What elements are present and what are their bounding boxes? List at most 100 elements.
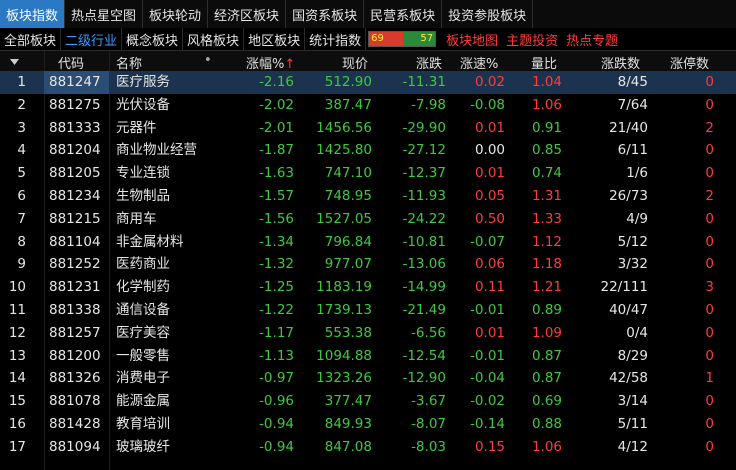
header-menu-arrow-icon[interactable] <box>10 54 19 69</box>
col-volume-ratio[interactable]: 量比 <box>531 53 557 72</box>
col-pct-change[interactable]: 涨幅%↑ <box>246 53 295 72</box>
table-row[interactable]: 11 881338 通信设备 -1.22 1739.13 -21.49 -0.01 0.89 4… <box>0 299 736 322</box>
sector-name: 一般零售 <box>116 347 170 364</box>
price: 1739.13 <box>316 301 372 318</box>
table-row[interactable]: 9 881252 医药商业 -1.32 977.07 -13.06 0.06 1.18 3/32… <box>0 253 736 276</box>
col-price[interactable]: 现价 <box>342 53 368 72</box>
limit-up-count: 0 <box>705 233 714 250</box>
sector-name: 元器件 <box>116 119 157 136</box>
sector-code: 881094 <box>49 438 101 455</box>
row-number: 11 <box>8 301 26 318</box>
row-number: 4 <box>17 142 26 159</box>
speed: 0.00 <box>474 142 505 159</box>
link-hot-topics[interactable]: 热点专题 <box>562 28 622 50</box>
table-row[interactable]: 12 881257 医疗美容 -1.17 553.38 -6.56 0.01 1.09 0/4 0 <box>0 322 736 345</box>
up-down-count: 4/12 <box>617 438 648 455</box>
subtab-all-sectors[interactable]: 全部板块 <box>0 28 62 50</box>
pct-change: -1.63 <box>259 165 294 182</box>
limit-up-count: 0 <box>705 393 714 410</box>
change: -21.49 <box>402 301 446 318</box>
sector-code: 881257 <box>49 324 101 341</box>
change: -24.22 <box>402 210 446 227</box>
col-name[interactable]: 名称 <box>116 53 142 72</box>
price: 796.84 <box>324 233 372 250</box>
pct-change: -0.96 <box>259 393 294 410</box>
volume-ratio: 1.12 <box>531 233 562 250</box>
volume-ratio: 1.06 <box>531 438 562 455</box>
price: 847.08 <box>324 438 372 455</box>
volume-ratio: 0.89 <box>531 301 562 318</box>
subtab-style[interactable]: 风格板块 <box>183 28 245 50</box>
table-row[interactable]: 7 881215 商用车 -1.56 1527.05 -24.22 0.50 1.33 4/9 0 <box>0 208 736 231</box>
limit-up-count: 0 <box>705 324 714 341</box>
up-down-count: 8/45 <box>617 74 648 90</box>
col-code[interactable]: 代码 <box>58 53 84 72</box>
pct-change: -0.97 <box>259 370 294 387</box>
change: -14.99 <box>402 279 446 296</box>
table-row[interactable]: 2 881275 光伏设备 -2.02 387.47 -7.98 -0.08 1.06 7/64… <box>0 94 736 117</box>
speed: 0.06 <box>474 256 505 273</box>
sector-code: 881428 <box>49 415 101 432</box>
tab-state-owned[interactable]: 国资系板块 <box>286 0 365 28</box>
limit-up-count: 0 <box>705 438 714 455</box>
col-change[interactable]: 涨跌 <box>416 53 442 72</box>
subtab-secondary-industry[interactable]: 二级行业 <box>61 28 123 50</box>
col-speed[interactable]: 涨速% <box>460 53 498 72</box>
price: 747.10 <box>324 165 372 182</box>
col-up-down-count[interactable]: 涨跌数 <box>601 53 640 72</box>
speed: 0.01 <box>474 165 505 182</box>
sector-code: 881205 <box>49 165 101 182</box>
up-down-count: 5/12 <box>617 233 648 250</box>
table-row[interactable]: 6 881234 生物制品 -1.57 748.95 -11.93 0.05 1.31 26/7… <box>0 185 736 208</box>
tab-hot-star-map[interactable]: 热点星空图 <box>65 0 144 28</box>
limit-up-count: 0 <box>705 301 714 318</box>
sector-name: 非金属材料 <box>116 233 184 250</box>
speed: 0.02 <box>474 74 505 90</box>
subtab-region[interactable]: 地区板块 <box>244 28 306 50</box>
table-row[interactable]: 8 881104 非金属材料 -1.34 796.84 -10.81 -0.07 1.12 5/… <box>0 231 736 254</box>
row-number: 8 <box>17 233 26 250</box>
tab-investment-holding[interactable]: 投资参股板块 <box>442 0 534 28</box>
limit-up-count: 3 <box>705 279 714 296</box>
table-row[interactable]: 13 881200 一般零售 -1.13 1094.88 -12.54 -0.01 0.87 8… <box>0 345 736 368</box>
link-theme-investment[interactable]: 主题投资 <box>502 28 562 50</box>
pct-change: -1.13 <box>259 347 294 364</box>
up-down-count: 22/111 <box>600 279 649 296</box>
tab-economic-zone[interactable]: 经济区板块 <box>208 0 287 28</box>
price: 1323.26 <box>316 370 372 387</box>
sector-code: 881234 <box>49 187 101 204</box>
col-limit-up-count[interactable]: 涨停数 <box>670 53 709 72</box>
change: -7.98 <box>411 96 446 113</box>
table-row[interactable]: 1 881247 医疗服务 -2.16 512.90 -11.31 0.02 1.04 8/45… <box>0 71 736 94</box>
table-row[interactable]: 17 881094 玻璃玻纤 -0.94 847.08 -8.03 0.15 1.06 4/12… <box>0 436 736 459</box>
volume-ratio: 0.87 <box>531 370 562 387</box>
limit-up-count: 0 <box>705 415 714 432</box>
sector-table-body: 1 881247 医疗服务 -2.16 512.90 -11.31 0.02 1.04 8/45… <box>0 71 736 459</box>
table-row[interactable]: 3 881333 元器件 -2.01 1456.56 -29.90 0.01 0.91 21/4… <box>0 117 736 140</box>
tab-sector-rotation[interactable]: 板块轮动 <box>143 0 209 28</box>
table-row[interactable]: 15 881078 能源金属 -0.96 377.47 -3.67 -0.02 0.69 3/1… <box>0 390 736 413</box>
tab-sector-index[interactable]: 板块指数 <box>0 0 66 28</box>
pct-change: -1.25 <box>259 279 294 296</box>
subtab-concept[interactable]: 概念板块 <box>122 28 184 50</box>
sector-name: 教育培训 <box>116 415 170 432</box>
price: 1425.80 <box>316 142 372 159</box>
sector-name: 医疗美容 <box>116 324 170 341</box>
sector-code: 881252 <box>49 256 101 273</box>
down-count: 57 <box>403 32 436 46</box>
table-row[interactable]: 5 881205 专业连锁 -1.63 747.10 -12.37 0.01 0.74 1/6 0 <box>0 162 736 185</box>
table-row[interactable]: 14 881326 消费电子 -0.97 1323.26 -12.90 -0.04 0.87 4… <box>0 367 736 390</box>
link-sector-map[interactable]: 板块地图 <box>442 28 502 50</box>
tab-private-owned[interactable]: 民营系板块 <box>364 0 443 28</box>
sector-code: 881200 <box>49 347 101 364</box>
table-row[interactable]: 10 881231 化学制药 -1.25 1183.19 -14.99 0.11 1.21 22… <box>0 276 736 299</box>
sector-code: 881078 <box>49 393 101 410</box>
speed: 0.11 <box>474 279 505 296</box>
price: 1183.19 <box>316 279 372 296</box>
limit-up-count: 2 <box>705 187 714 204</box>
table-row[interactable]: 16 881428 教育培训 -0.94 849.93 -8.07 -0.14 0.88 5/1… <box>0 413 736 436</box>
table-row[interactable]: 4 881204 商业物业经营 -1.87 1425.80 -27.12 0.00 0.85 6… <box>0 139 736 162</box>
subtab-statistics-index[interactable]: 统计指数 <box>305 28 367 50</box>
row-number: 7 <box>17 210 26 227</box>
row-number: 3 <box>17 119 26 136</box>
